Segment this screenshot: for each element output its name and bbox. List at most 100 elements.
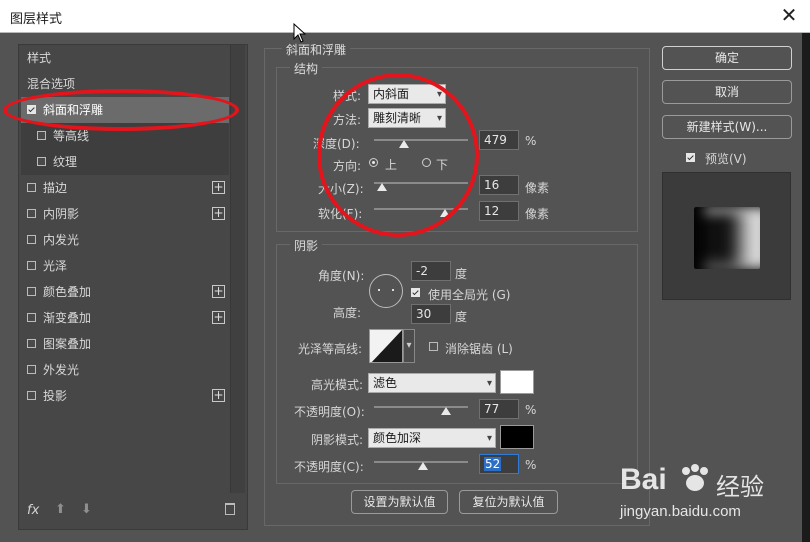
angle-dial[interactable] (369, 274, 403, 308)
close-icon[interactable]: ✕ (776, 3, 802, 27)
technique-select[interactable]: 雕刻清晰 ▾ (368, 108, 446, 128)
shadow-opacity-input[interactable]: 52 (479, 454, 519, 474)
sidebar-item-label: 斜面和浮雕 (43, 103, 104, 117)
sidebar-item-checkbox[interactable] (37, 131, 46, 140)
baidu-watermark: Bai 经验 jingyan.baidu.com (620, 457, 790, 527)
sidebar-item-checkbox[interactable] (37, 157, 46, 166)
depth-input[interactable]: 479 (479, 130, 519, 150)
gloss-contour-preview[interactable] (369, 329, 403, 363)
fx-icon[interactable]: fx (27, 503, 39, 518)
highlight-color-swatch[interactable] (500, 370, 534, 394)
add-effect-icon[interactable]: + (212, 389, 225, 402)
sidebar-item-label: 混合选项 (27, 77, 76, 91)
size-slider-track[interactable] (374, 182, 468, 184)
add-effect-icon[interactable]: + (212, 311, 225, 324)
add-effect-icon[interactable]: + (212, 207, 225, 220)
highlight-opacity-track[interactable] (374, 406, 468, 408)
chevron-down-icon: ▾ (406, 340, 412, 351)
add-effect-icon[interactable]: + (212, 181, 225, 194)
size-unit: 像素 (525, 181, 550, 195)
sidebar-item[interactable]: 渐变叠加 + (21, 305, 229, 331)
angle-label: 角度(N): (318, 269, 365, 283)
shadow-color-swatch[interactable] (500, 425, 534, 449)
sidebar-item[interactable]: 描边 + (21, 175, 229, 201)
highlight-opacity-input[interactable]: 77 (479, 399, 519, 419)
sidebar-item-label: 内发光 (43, 233, 80, 247)
shadow-opacity-thumb[interactable] (417, 462, 428, 470)
sidebar-item[interactable]: 内阴影 + (21, 201, 229, 227)
sidebar-item[interactable]: 图案叠加 (21, 331, 229, 357)
shadow-mode-select[interactable]: 颜色加深 ▾ (368, 428, 496, 448)
sidebar-item-checkbox[interactable] (27, 391, 36, 400)
style-select[interactable]: 内斜面 ▾ (368, 84, 446, 104)
make-default-button[interactable]: 设置为默认值 (351, 490, 448, 514)
sidebar-item-checkbox[interactable] (27, 313, 36, 322)
sidebar-item[interactable]: 混合选项 (21, 71, 235, 97)
antialias-checkbox[interactable] (429, 342, 438, 351)
watermark-brand-cn: 经验 (716, 473, 764, 501)
gloss-contour-label: 光泽等高线: (298, 342, 363, 356)
size-label: 大小(Z): (318, 182, 364, 196)
sidebar-item[interactable]: 纹理 (21, 149, 229, 175)
sidebar-item-checkbox[interactable] (27, 287, 36, 296)
effects-list: 样式 混合选项 斜面和浮雕 等高线 纹理 描边 + 内阴影 + 内发光 光泽 颜色叠加 + 渐变叠加 + 图案… (19, 45, 231, 493)
sidebar-item[interactable]: 外发光 (21, 357, 229, 383)
sidebar-item-checkbox[interactable] (27, 339, 36, 348)
sidebar-item-checkbox[interactable] (27, 365, 36, 374)
soften-label: 软化(F): (318, 207, 363, 221)
sidebar-item[interactable]: 投影 + (21, 383, 229, 409)
soften-input[interactable]: 12 (479, 201, 519, 221)
altitude-input[interactable]: 30 (411, 304, 451, 324)
angle-unit: 度 (455, 267, 468, 281)
size-slider-thumb[interactable] (376, 183, 387, 191)
shadow-mode-label: 阴影模式: (311, 433, 364, 447)
sidebar-item-checkbox[interactable] (27, 183, 36, 192)
sidebar-item[interactable]: 样式 (21, 45, 235, 71)
sidebar-item-checkbox[interactable] (27, 261, 36, 270)
preview-checkbox[interactable] (686, 153, 695, 162)
sidebar-item[interactable]: 等高线 (21, 123, 229, 149)
antialias-label: 消除锯齿 (L) (445, 342, 513, 356)
sidebar-item-checkbox[interactable] (27, 105, 36, 114)
sidebar-scrollbar[interactable] (230, 45, 245, 493)
style-label: 样式: (333, 89, 362, 103)
sidebar-item[interactable]: 斜面和浮雕 (21, 97, 229, 123)
depth-slider-thumb[interactable] (399, 140, 410, 148)
shadow-opacity-unit: % (525, 458, 537, 472)
sidebar-item[interactable]: 颜色叠加 + (21, 279, 229, 305)
size-input[interactable]: 16 (479, 175, 519, 195)
sidebar-item-label: 内阴影 (43, 207, 80, 221)
altitude-label: 高度: (333, 306, 362, 320)
highlight-mode-select[interactable]: 滤色 ▾ (368, 373, 496, 393)
reset-default-button[interactable]: 复位为默认值 (459, 490, 558, 514)
move-down-icon[interactable]: ⬇ (81, 502, 92, 517)
soften-slider-track[interactable] (374, 208, 468, 210)
add-effect-icon[interactable]: + (212, 285, 225, 298)
chevron-down-icon: ▾ (486, 433, 492, 444)
direction-down-radio[interactable] (422, 158, 431, 167)
move-up-icon[interactable]: ⬆ (55, 502, 66, 517)
chevron-down-icon: ▾ (486, 378, 492, 389)
shading-title: 阴影 (290, 237, 323, 254)
direction-up-radio[interactable] (369, 158, 378, 167)
ok-button[interactable]: 确定 (662, 46, 792, 70)
sidebar-item-checkbox[interactable] (27, 209, 36, 218)
depth-slider-track[interactable] (374, 139, 468, 141)
trash-icon[interactable] (225, 503, 235, 515)
sidebar-item[interactable]: 内发光 (21, 227, 229, 253)
sidebar-item-checkbox[interactable] (27, 235, 36, 244)
soften-slider-thumb[interactable] (439, 209, 450, 217)
technique-select-value: 雕刻清晰 (373, 111, 422, 125)
angle-input[interactable]: -2 (411, 261, 451, 281)
gloss-contour-dropdown[interactable]: ▾ (403, 329, 415, 363)
chevron-down-icon: ▾ (436, 89, 442, 100)
new-style-button[interactable]: 新建样式(W)... (662, 115, 792, 139)
direction-down-label: 下 (436, 158, 449, 172)
cancel-button[interactable]: 取消 (662, 80, 792, 104)
preview-label: 预览(V) (705, 152, 747, 166)
highlight-opacity-thumb[interactable] (441, 407, 452, 415)
sidebar-item[interactable]: 光泽 (21, 253, 229, 279)
global-light-checkbox[interactable] (411, 288, 420, 297)
title-bar: 图层样式 ✕ (0, 0, 810, 33)
structure-title: 结构 (290, 60, 323, 77)
